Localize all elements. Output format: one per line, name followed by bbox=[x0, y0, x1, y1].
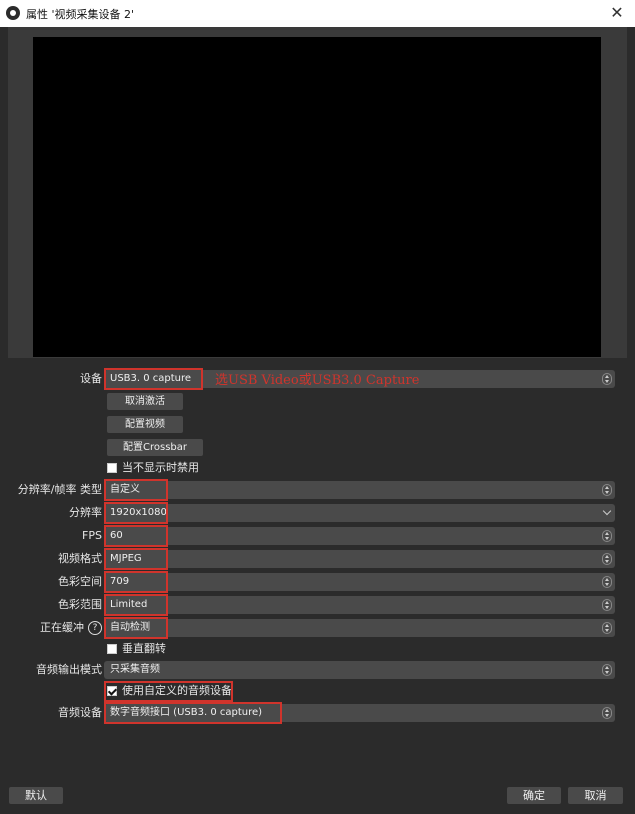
resolution-label: 分辨率 bbox=[69, 506, 102, 519]
highlight-box-resolution bbox=[104, 502, 168, 524]
audio-output-mode-select[interactable]: 只采集音频 bbox=[104, 661, 615, 679]
buffering-label: 正在缓冲 bbox=[40, 621, 84, 634]
device-note: 选USB Video或USB3.0 Capture bbox=[215, 373, 420, 388]
obs-logo-icon bbox=[6, 6, 20, 20]
highlight-box-custom-audio bbox=[104, 681, 233, 702]
highlight-box-device bbox=[104, 368, 203, 390]
configure-crossbar-button[interactable]: 配置Crossbar bbox=[107, 439, 203, 456]
configure-video-button[interactable]: 配置视频 bbox=[107, 416, 183, 433]
deactivate-button[interactable]: 取消激活 bbox=[107, 393, 183, 410]
title-bar: 属性 '视频采集设备 2' ✕ bbox=[0, 0, 635, 27]
video-format-label: 视频格式 bbox=[58, 552, 102, 565]
updown-arrows-icon bbox=[602, 530, 612, 542]
updown-arrows-icon bbox=[602, 576, 612, 588]
highlight-box-color-range bbox=[104, 594, 168, 616]
res-type-label: 分辨率/帧率 类型 bbox=[17, 483, 102, 496]
highlight-box-buffering bbox=[104, 617, 168, 639]
audio-output-mode-label: 音频输出模式 bbox=[36, 663, 102, 676]
updown-arrows-icon bbox=[602, 484, 612, 496]
video-preview bbox=[33, 37, 601, 357]
fps-label: FPS bbox=[82, 529, 102, 542]
flip-vertical-checkbox[interactable] bbox=[107, 644, 117, 654]
device-label: 设备 bbox=[80, 372, 102, 385]
res-type-select[interactable]: 自定义 bbox=[104, 481, 615, 499]
flip-vertical-label: 垂直翻转 bbox=[122, 642, 166, 655]
deactivate-when-hidden-checkbox[interactable] bbox=[107, 463, 117, 473]
updown-arrows-icon bbox=[602, 553, 612, 565]
chevron-down-icon bbox=[602, 506, 612, 516]
highlight-box-video-format bbox=[104, 548, 168, 570]
buffering-select[interactable]: 自动检测 bbox=[104, 619, 615, 637]
resolution-select[interactable]: 1920x1080 bbox=[104, 504, 615, 522]
highlight-box-color-space bbox=[104, 571, 168, 593]
highlight-box-fps bbox=[104, 525, 168, 547]
video-format-select[interactable]: MJPEG bbox=[104, 550, 615, 568]
highlight-box-res-type bbox=[104, 479, 168, 501]
preview-panel bbox=[8, 27, 627, 358]
audio-output-mode-value: 只采集音频 bbox=[110, 664, 160, 675]
color-range-label: 色彩范围 bbox=[58, 598, 102, 611]
deactivate-when-hidden-label: 当不显示时禁用 bbox=[122, 461, 199, 474]
updown-arrows-icon bbox=[602, 664, 612, 676]
window-title: 属性 '视频采集设备 2' bbox=[26, 8, 135, 21]
buffering-label-row: 正在缓冲? bbox=[40, 618, 102, 638]
fps-select[interactable]: 60 bbox=[104, 527, 615, 545]
close-icon[interactable]: ✕ bbox=[607, 3, 627, 23]
updown-arrows-icon bbox=[602, 373, 612, 385]
highlight-box-audio-device bbox=[104, 702, 282, 724]
help-icon[interactable]: ? bbox=[88, 621, 102, 635]
color-space-select[interactable]: 709 bbox=[104, 573, 615, 591]
defaults-button[interactable]: 默认 bbox=[9, 787, 63, 804]
updown-arrows-icon bbox=[602, 599, 612, 611]
ok-button[interactable]: 确定 bbox=[507, 787, 561, 804]
color-space-label: 色彩空间 bbox=[58, 575, 102, 588]
cancel-button[interactable]: 取消 bbox=[568, 787, 623, 804]
color-range-select[interactable]: Limited bbox=[104, 596, 615, 614]
audio-device-label: 音频设备 bbox=[58, 706, 102, 719]
updown-arrows-icon bbox=[602, 622, 612, 634]
updown-arrows-icon bbox=[602, 707, 612, 719]
